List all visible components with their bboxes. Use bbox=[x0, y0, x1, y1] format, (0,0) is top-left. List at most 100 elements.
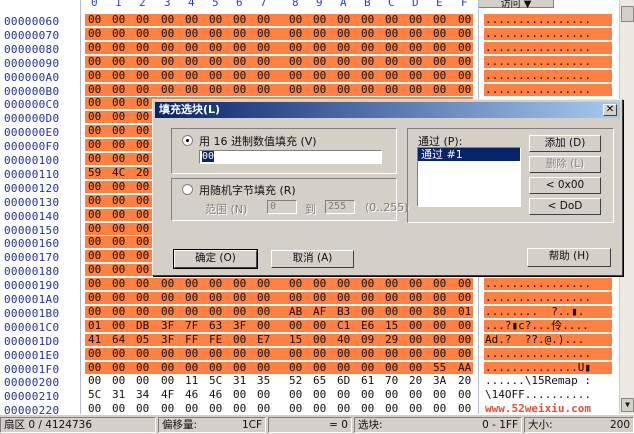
hex-byte[interactable]: 4F bbox=[161, 389, 174, 401]
hex-byte[interactable]: 00 bbox=[209, 55, 222, 68]
hex-byte[interactable]: 00 bbox=[458, 14, 471, 26]
hex-byte[interactable]: 00 bbox=[88, 69, 101, 82]
delete-button[interactable]: 删除 (L) bbox=[529, 156, 601, 173]
hex-byte[interactable]: 00 bbox=[337, 27, 350, 40]
hex-byte[interactable]: 15 bbox=[385, 319, 398, 332]
hex-byte[interactable]: 00 bbox=[112, 319, 125, 332]
hex-byte[interactable]: 80 bbox=[433, 305, 446, 318]
hex-byte[interactable]: 00 bbox=[313, 389, 326, 401]
hex-byte[interactable]: 00 bbox=[289, 27, 302, 40]
hex-byte[interactable]: 00 bbox=[409, 278, 422, 290]
hex-byte[interactable]: 00 bbox=[233, 347, 246, 360]
hex-bytes[interactable]: 00 00 00 00 11 5C 31 35 52 65 6D 61 70 20 3A 20 bbox=[85, 375, 473, 387]
hex-byte[interactable]: 00 bbox=[88, 83, 101, 96]
hex-byte[interactable]: 6D bbox=[337, 375, 350, 387]
hex-byte[interactable]: 00 bbox=[88, 153, 101, 165]
hex-byte[interactable]: 00 bbox=[458, 41, 471, 54]
pass-list-item[interactable]: 通过 #1 bbox=[418, 148, 520, 161]
hex-byte[interactable]: 00 bbox=[385, 361, 398, 374]
hex-byte[interactable]: 00 bbox=[289, 319, 302, 332]
hex-byte[interactable]: 00 bbox=[112, 69, 125, 82]
hex-byte[interactable]: 00 bbox=[409, 14, 422, 26]
hex-row[interactable]: 000001F0 00 00 00 00 00 00 00 00 00 00 00 00 00 00 55 AA… bbox=[0, 361, 618, 376]
hex-byte[interactable]: 00 bbox=[313, 14, 326, 26]
fill-dod-button[interactable]: < DoD bbox=[529, 198, 601, 215]
hex-byte[interactable]: 00 bbox=[458, 347, 471, 360]
hex-byte[interactable]: 00 bbox=[161, 361, 174, 374]
hex-byte[interactable]: 00 bbox=[257, 14, 270, 26]
hex-byte[interactable]: 70 bbox=[385, 375, 398, 387]
hex-byte[interactable]: 00 bbox=[361, 69, 374, 82]
hex-byte[interactable]: 00 bbox=[112, 250, 125, 262]
hex-byte[interactable]: 46 bbox=[209, 389, 222, 401]
ascii-text[interactable]: ................ bbox=[484, 55, 612, 68]
hex-bytes[interactable]: 5C 31 34 4F 46 46 00 00 00 00 00 00 00 00 00 00 bbox=[85, 389, 473, 401]
hex-byte[interactable]: 00 bbox=[233, 83, 246, 96]
hex-byte[interactable]: 00 bbox=[458, 389, 471, 401]
hex-byte[interactable]: 00 bbox=[409, 83, 422, 96]
hex-byte[interactable]: 00 bbox=[257, 292, 270, 304]
hex-byte[interactable]: 00 bbox=[136, 153, 149, 165]
hex-byte[interactable]: 00 bbox=[88, 278, 101, 290]
hex-byte[interactable]: 00 bbox=[161, 69, 174, 82]
hex-byte[interactable]: 00 bbox=[112, 97, 125, 109]
hex-byte[interactable]: 00 bbox=[112, 125, 125, 137]
hex-byte[interactable]: 00 bbox=[88, 125, 101, 137]
hex-byte[interactable]: 00 bbox=[233, 69, 246, 82]
hex-byte[interactable]: 00 bbox=[185, 347, 198, 360]
hex-byte[interactable]: 00 bbox=[136, 27, 149, 40]
hex-byte[interactable]: 00 bbox=[361, 14, 374, 26]
hex-fill-label[interactable]: 用 16 进制数值填充 (V) bbox=[199, 133, 317, 149]
hex-byte[interactable]: 00 bbox=[409, 41, 422, 54]
hex-byte[interactable]: 00 bbox=[112, 27, 125, 40]
hex-byte[interactable]: 00 bbox=[136, 194, 149, 207]
hex-byte[interactable]: 00 bbox=[385, 83, 398, 96]
hex-byte[interactable]: 00 bbox=[409, 389, 422, 401]
hex-byte[interactable]: 00 bbox=[337, 14, 350, 26]
hex-byte[interactable]: 00 bbox=[161, 347, 174, 360]
hex-byte[interactable]: 41 bbox=[88, 333, 101, 346]
hex-byte[interactable]: 00 bbox=[361, 305, 374, 318]
hex-byte[interactable]: 00 bbox=[409, 347, 422, 360]
hex-byte[interactable]: 00 bbox=[458, 69, 471, 82]
hex-byte[interactable]: 00 bbox=[161, 41, 174, 54]
close-icon[interactable]: ✕ bbox=[603, 104, 617, 116]
hex-byte[interactable]: 00 bbox=[289, 347, 302, 360]
hex-byte[interactable]: 00 bbox=[185, 14, 198, 26]
hex-byte[interactable]: 00 bbox=[185, 69, 198, 82]
hex-byte[interactable]: 00 bbox=[112, 208, 125, 221]
hex-byte[interactable]: 00 bbox=[136, 83, 149, 96]
hex-row[interactable]: 000001E0 00 00 00 00 00 00 00 00 00 00 00 00 00 00 00 00… bbox=[0, 347, 618, 362]
hex-bytes[interactable]: 00 00 00 00 00 00 00 00 00 00 00 00 00 00 00 00 bbox=[85, 27, 473, 40]
ascii-text[interactable]: ................ bbox=[484, 41, 612, 54]
ascii-text[interactable]: \14OFF.......... bbox=[484, 389, 612, 401]
hex-byte[interactable]: 00 bbox=[136, 250, 149, 262]
hex-byte[interactable]: 00 bbox=[337, 361, 350, 374]
hex-byte[interactable]: 55 bbox=[433, 361, 446, 374]
hex-byte[interactable]: 00 bbox=[385, 27, 398, 40]
hex-bytes[interactable]: 00 00 00 00 00 00 00 00 AB AF B3 00 00 00 80 01 bbox=[85, 305, 473, 318]
hex-byte[interactable]: 00 bbox=[409, 55, 422, 68]
hex-byte[interactable]: 00 bbox=[433, 389, 446, 401]
hex-byte[interactable]: 00 bbox=[257, 305, 270, 318]
random-fill-radio[interactable] bbox=[182, 184, 193, 195]
hex-byte[interactable]: 00 bbox=[136, 125, 149, 137]
ascii-text[interactable]: ...?▮c?...伶.... bbox=[484, 319, 612, 332]
hex-byte[interactable]: 59 bbox=[88, 166, 101, 179]
hex-byte[interactable]: 00 bbox=[337, 55, 350, 68]
hex-byte[interactable]: 00 bbox=[136, 375, 149, 387]
hex-byte[interactable]: 00 bbox=[88, 292, 101, 304]
hex-byte[interactable]: 00 bbox=[409, 27, 422, 40]
hex-byte[interactable]: 00 bbox=[385, 389, 398, 401]
hex-byte[interactable]: 05 bbox=[136, 333, 149, 346]
hex-byte[interactable]: 00 bbox=[88, 208, 101, 221]
hex-byte[interactable]: FF bbox=[185, 333, 198, 346]
hex-byte[interactable]: 00 bbox=[233, 361, 246, 374]
range-from-input[interactable]: 0 bbox=[267, 200, 297, 214]
hex-byte[interactable]: 00 bbox=[112, 41, 125, 54]
hex-byte[interactable]: 00 bbox=[136, 347, 149, 360]
hex-byte[interactable]: 00 bbox=[136, 361, 149, 374]
hex-byte[interactable]: 00 bbox=[112, 375, 125, 387]
hex-byte[interactable]: 34 bbox=[136, 389, 149, 401]
hex-byte[interactable]: 00 bbox=[185, 41, 198, 54]
